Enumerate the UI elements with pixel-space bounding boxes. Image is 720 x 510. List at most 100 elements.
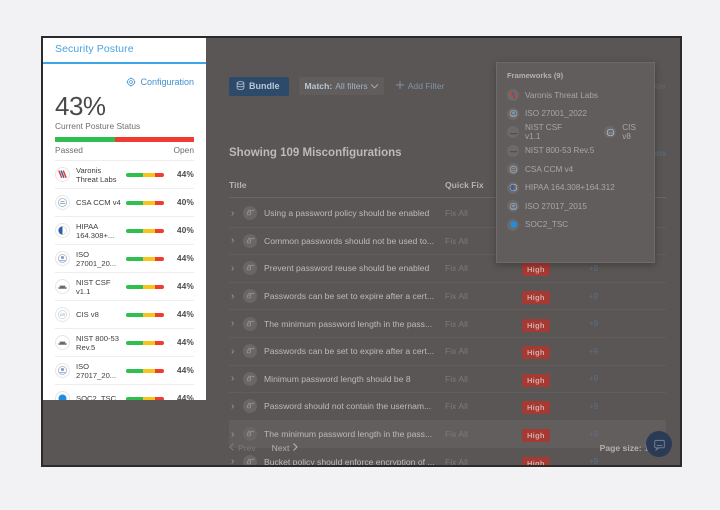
table-row[interactable]: › Passwords can be set to expire after a … (229, 338, 666, 366)
framework-score-row[interactable]: ISO 27017_20... 44% (55, 356, 194, 384)
quick-fix-button[interactable]: Fix All (445, 457, 468, 465)
frameworks-popover-item[interactable]: CSA CCM v4 (507, 160, 644, 179)
configuration-button[interactable]: Configuration (55, 64, 194, 87)
framework-name: CSA CCM v4 (76, 198, 121, 208)
framework-score-row[interactable]: HIPAA 164.308+... 40% (55, 216, 194, 244)
framework-progress-bar (126, 173, 164, 177)
add-filter-button[interactable]: Add Filter (395, 81, 444, 91)
chevron-right-icon (293, 443, 299, 453)
framework-overflow-count[interactable]: +9 (589, 292, 598, 301)
row-expand-chevron-icon[interactable]: › (229, 208, 243, 219)
next-page-button[interactable]: Next (272, 443, 299, 453)
bundle-button[interactable]: Bundle (229, 76, 289, 96)
status-badge: High (522, 346, 550, 360)
row-expand-chevron-icon[interactable]: › (229, 263, 243, 274)
column-header-title[interactable]: Title (229, 180, 247, 190)
framework-percent: 44% (177, 282, 194, 292)
framework-score-list: Varonis Threat Labs 44% CSA CCM v4 40% HIPAA… (55, 160, 194, 400)
frameworks-popover-item[interactable]: NIST 800-53 Rev.5 (507, 142, 644, 161)
iso-icon (507, 107, 519, 120)
framework-name: HIPAA 164.308+... (76, 221, 115, 240)
framework-name: SOC2_TSC (525, 220, 569, 230)
column-header-quick-fix[interactable]: Quick Fix (445, 180, 484, 190)
frameworks-popover-item[interactable]: SOC2_TSC (507, 216, 644, 235)
posture-tabbar: Security Posture (43, 38, 206, 64)
framework-overflow-count[interactable]: +9 (589, 374, 598, 383)
framework-overflow-count[interactable]: +9 (589, 457, 598, 465)
framework-score-row[interactable]: NIST 800-53 Rev.5 44% (55, 328, 194, 356)
quick-fix-button[interactable]: Fix All (445, 319, 468, 329)
chat-bubble-icon[interactable] (646, 431, 672, 457)
tab-security-posture[interactable]: Security Posture (55, 43, 134, 55)
framework-overflow-count[interactable]: +9 (589, 264, 598, 273)
nist-icon (507, 144, 519, 157)
iso-icon (507, 200, 519, 213)
frameworks-popover-item[interactable]: HIPAA 164.308+164.312 (507, 179, 644, 198)
severity-cell: High (522, 287, 550, 305)
framework-overflow-count[interactable]: +9 (589, 402, 598, 411)
database-icon (236, 80, 245, 92)
framework-percent: 44% (177, 394, 194, 400)
nist-icon (507, 126, 519, 139)
chevron-left-icon (229, 443, 234, 453)
quick-fix-button[interactable]: Fix All (445, 236, 468, 246)
cis-icon: cis (55, 307, 70, 323)
framework-score-row[interactable]: SOC2_TSC 44% (55, 384, 194, 400)
table-row[interactable]: › Minimum password length should be 8 Fix … (229, 366, 666, 394)
frameworks-popover: Frameworks (9) Varonis Threat Labs ISO 27… (496, 62, 655, 263)
status-badge: High (522, 318, 550, 332)
iso-icon (55, 363, 70, 379)
quick-fix-button[interactable]: Fix All (445, 374, 468, 384)
frameworks-popover-item[interactable]: Varonis Threat Labs (507, 86, 644, 105)
row-expand-chevron-icon[interactable]: › (229, 401, 243, 412)
frameworks-popover-item[interactable]: ISO 27017_2015 (507, 197, 644, 216)
posture-legend: Passed Open (55, 145, 194, 155)
framework-score-row[interactable]: NIST CSF v1.1 44% (55, 272, 194, 300)
frameworks-popover-item[interactable]: ISO 27001_2022 (507, 105, 644, 124)
framework-overflow-count[interactable]: +9 (589, 319, 598, 328)
csa-icon (507, 163, 519, 176)
status-badge: High (522, 456, 550, 465)
framework-percent: 40% (177, 198, 194, 208)
quick-fix-button[interactable]: Fix All (445, 401, 468, 411)
row-expand-chevron-icon[interactable]: › (229, 318, 243, 329)
frameworks-popover-item[interactable]: NIST CSF v1.1 cis CIS v8 (507, 123, 644, 142)
framework-percent: 44% (177, 254, 194, 264)
row-expand-chevron-icon[interactable]: › (229, 235, 243, 246)
quick-fix-button[interactable]: Fix All (445, 429, 468, 439)
row-expand-chevron-icon[interactable]: › (229, 346, 243, 357)
framework-score-row[interactable]: ISO 27001_20... 44% (55, 244, 194, 272)
framework-name: Varonis Threat Labs (525, 90, 598, 100)
framework-score-row[interactable]: CSA CCM v4 40% (55, 188, 194, 216)
quick-fix-button[interactable]: Fix All (445, 346, 468, 356)
quick-fix-button[interactable]: Fix All (445, 291, 468, 301)
misconfiguration-title: The minimum password length in the pass.… (264, 318, 433, 329)
framework-name: ISO 27001_20... (76, 249, 117, 268)
match-filter-dropdown[interactable]: Match: All filters (298, 77, 384, 95)
framework-percent: 44% (177, 310, 194, 320)
framework-progress-bar (126, 341, 164, 345)
table-row[interactable]: › The minimum password length in the pass… (229, 310, 666, 338)
shield-lock-icon (243, 371, 257, 386)
row-expand-chevron-icon[interactable]: › (229, 456, 243, 465)
framework-overflow-count[interactable]: +9 (589, 430, 598, 439)
quick-fix-button[interactable]: Fix All (445, 208, 468, 218)
framework-score-row[interactable]: cis CIS v8 44% (55, 300, 194, 328)
shield-lock-icon (243, 399, 257, 414)
prev-page-button[interactable]: Prev (229, 443, 256, 453)
framework-overflow-count[interactable]: +9 (589, 347, 598, 356)
status-badge: High (522, 401, 550, 415)
row-expand-chevron-icon[interactable]: › (229, 429, 243, 440)
framework-score-row[interactable]: Varonis Threat Labs 44% (55, 160, 194, 188)
table-row[interactable]: › Passwords can be set to expire after a … (229, 283, 666, 311)
frameworks-popover-item[interactable]: cis CIS v8 (604, 123, 644, 141)
row-expand-chevron-icon[interactable]: › (229, 373, 243, 384)
varonis-icon (55, 167, 70, 183)
framework-percent: 44% (177, 170, 194, 180)
row-expand-chevron-icon[interactable]: › (229, 291, 243, 302)
table-row[interactable]: › Password should not contain the usernam… (229, 393, 666, 421)
quick-fix-button[interactable]: Fix All (445, 263, 468, 273)
posture-panel-body: Configuration 43% Current Posture Status… (43, 64, 206, 400)
shield-lock-icon (243, 261, 257, 276)
chevron-down-icon (370, 81, 379, 91)
